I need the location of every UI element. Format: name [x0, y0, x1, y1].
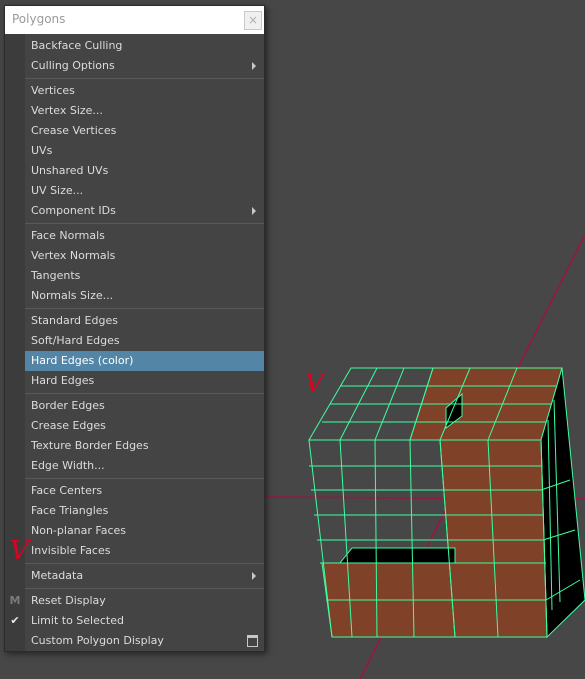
menu-item-label: Crease Edges	[31, 419, 106, 432]
menu-item-label: Hard Edges (color)	[31, 354, 134, 367]
submenu-arrow-icon	[252, 572, 256, 580]
menu-item[interactable]: Hard Edges (color)	[25, 351, 264, 371]
annotation-mark-viewport: V	[305, 369, 326, 399]
scene: V	[262, 234, 585, 679]
menu-item[interactable]: Unshared UVs	[25, 161, 264, 181]
menu-separator	[25, 78, 264, 79]
menu-item-label: Backface Culling	[31, 39, 123, 52]
menu-item-label: Vertex Normals	[31, 249, 116, 262]
menu-item-label: Tangents	[31, 269, 81, 282]
menu-item[interactable]: Non-planar Faces	[25, 521, 264, 541]
polygons-menu: Polygons × Backface Culling Culling Optio…	[4, 5, 265, 652]
menu-item-label: Invisible Faces	[31, 544, 111, 557]
menu-item-label: Border Edges	[31, 399, 105, 412]
menu-item[interactable]: Culling Options	[25, 56, 264, 76]
menu-item[interactable]: Border Edges	[25, 396, 264, 416]
menu-separator	[25, 563, 264, 564]
menu-item[interactable]: Backface Culling	[25, 36, 264, 56]
option-box-icon[interactable]	[247, 635, 258, 647]
menu-item[interactable]: Vertex Normals	[25, 246, 264, 266]
menu-item[interactable]: Face Triangles	[25, 501, 264, 521]
menu-item-label: Component IDs	[31, 204, 116, 217]
menu-item[interactable]: Face Centers	[25, 481, 264, 501]
menu-item-label: Vertex Size...	[31, 104, 103, 117]
menu-item-label: Edge Width...	[31, 459, 105, 472]
menu-item-label: Face Centers	[31, 484, 103, 497]
menu-item[interactable]: UV Size...	[25, 181, 264, 201]
menu-separator	[25, 223, 264, 224]
polygon-cube	[308, 367, 585, 639]
menu-item[interactable]: Custom Polygon Display	[25, 631, 264, 651]
submenu-arrow-icon	[252, 62, 256, 70]
menu-item-label: Limit to Selected	[31, 614, 124, 627]
menu-item-label: Normals Size...	[31, 289, 114, 302]
menu-item-label: Face Triangles	[31, 504, 109, 517]
menu-item[interactable]: Invisible Faces	[25, 541, 264, 561]
menu-item[interactable]: Metadata	[25, 566, 264, 586]
menu-item-label: Hard Edges	[31, 374, 95, 387]
menu-item[interactable]: Crease Edges	[25, 416, 264, 436]
check-icon[interactable]: ✔	[5, 611, 25, 631]
menu-item-label: Crease Vertices	[31, 124, 117, 137]
submenu-arrow-icon	[252, 207, 256, 215]
menu-separator	[25, 393, 264, 394]
menu-item[interactable]: Normals Size...	[25, 286, 264, 306]
m-icon: M	[9, 594, 21, 607]
menu-item[interactable]: Hard Edges	[25, 371, 264, 391]
menu-separator	[25, 308, 264, 309]
menu-item[interactable]: Tangents	[25, 266, 264, 286]
menu-item-label: Metadata	[31, 569, 84, 582]
menu-item[interactable]: Component IDs	[25, 201, 264, 221]
menu-item-label: Vertices	[31, 84, 75, 97]
menu-item[interactable]: Vertices	[25, 81, 264, 101]
close-icon: ×	[247, 13, 259, 27]
menu-item[interactable]: Standard Edges	[25, 311, 264, 331]
menu-item[interactable]: Reset Display	[25, 591, 264, 611]
menu-item-label: Non-planar Faces	[31, 524, 127, 537]
menu-title-bar[interactable]: Polygons ×	[5, 6, 264, 34]
menu-item[interactable]: Vertex Size...	[25, 101, 264, 121]
close-button[interactable]: ×	[244, 11, 262, 30]
menu-item-label: Standard Edges	[31, 314, 118, 327]
menu-title: Polygons	[12, 12, 66, 26]
menu-item-label: UV Size...	[31, 184, 84, 197]
annotation-mark-menu: V	[10, 536, 29, 566]
menu-item-label: Reset Display	[31, 594, 106, 607]
menu-item[interactable]: Crease Vertices	[25, 121, 264, 141]
menu-item[interactable]: Edge Width...	[25, 456, 264, 476]
menu-item-label: Custom Polygon Display	[31, 634, 164, 647]
menu-item[interactable]: Texture Border Edges	[25, 436, 264, 456]
menu-item[interactable]: UVs	[25, 141, 264, 161]
menu-item[interactable]: Face Normals	[25, 226, 264, 246]
menu-item-label: UVs	[31, 144, 53, 157]
menu-item-label: Face Normals	[31, 229, 105, 242]
menu-item[interactable]: Limit to Selected	[25, 611, 264, 631]
menu-item-label: Soft/Hard Edges	[31, 334, 120, 347]
menu-separator	[25, 478, 264, 479]
menu-item-label: Culling Options	[31, 59, 115, 72]
menu-separator	[25, 588, 264, 589]
menu-item[interactable]: Soft/Hard Edges	[25, 331, 264, 351]
menu-item-label: Texture Border Edges	[31, 439, 149, 452]
menu-item-label: Unshared UVs	[31, 164, 109, 177]
